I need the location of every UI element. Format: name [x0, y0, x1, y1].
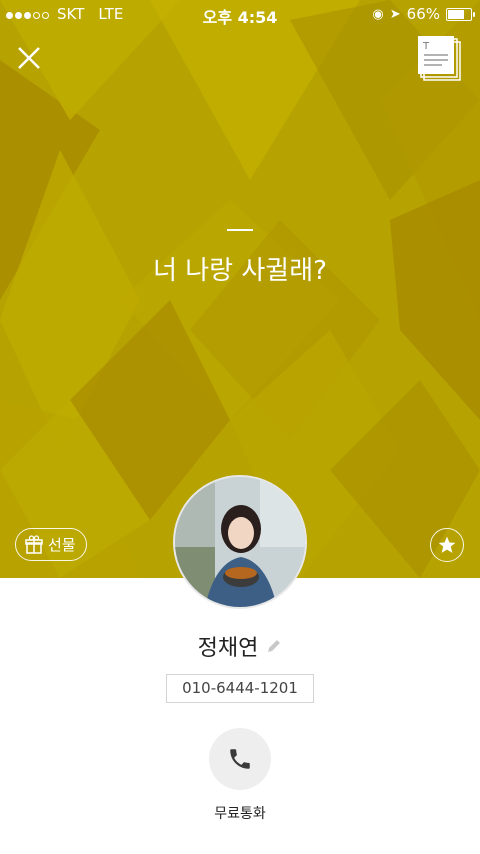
story-icon: T [418, 36, 461, 81]
svg-text:T: T [422, 41, 430, 52]
star-icon [438, 536, 456, 553]
story-button[interactable]: T [418, 36, 462, 84]
location-arrow-icon: ➤ [389, 6, 401, 22]
free-call-button[interactable] [209, 728, 271, 790]
close-icon [18, 47, 40, 69]
rotation-lock-icon: ◉ [372, 6, 384, 22]
free-call-label: 무료통화 [214, 806, 266, 822]
phone-number[interactable]: 010-6444-1201 [166, 674, 314, 703]
name-row: 정채연 [0, 630, 480, 662]
phone-icon [230, 749, 250, 769]
status-message: 너 나랑 사귈래? [153, 256, 327, 286]
status-divider [227, 229, 253, 231]
edit-pencil-icon[interactable] [266, 638, 282, 654]
avatar-photo [175, 477, 305, 607]
favorite-button[interactable] [430, 528, 464, 562]
status-right: ◉ ➤ 66% [372, 5, 475, 23]
profile-name: 정채연 [197, 636, 259, 661]
battery-icon [446, 7, 475, 21]
battery-percent: 66% [406, 5, 440, 23]
battery-fill [448, 9, 464, 19]
gift-icon [25, 534, 43, 554]
gift-label: 선물 [48, 536, 76, 554]
avatar[interactable] [173, 475, 307, 609]
close-button[interactable] [14, 43, 44, 73]
gift-button[interactable]: 선물 [15, 528, 87, 561]
status-bar: SKT LTE 오후 4:54 ◉ ➤ 66% [0, 0, 480, 28]
